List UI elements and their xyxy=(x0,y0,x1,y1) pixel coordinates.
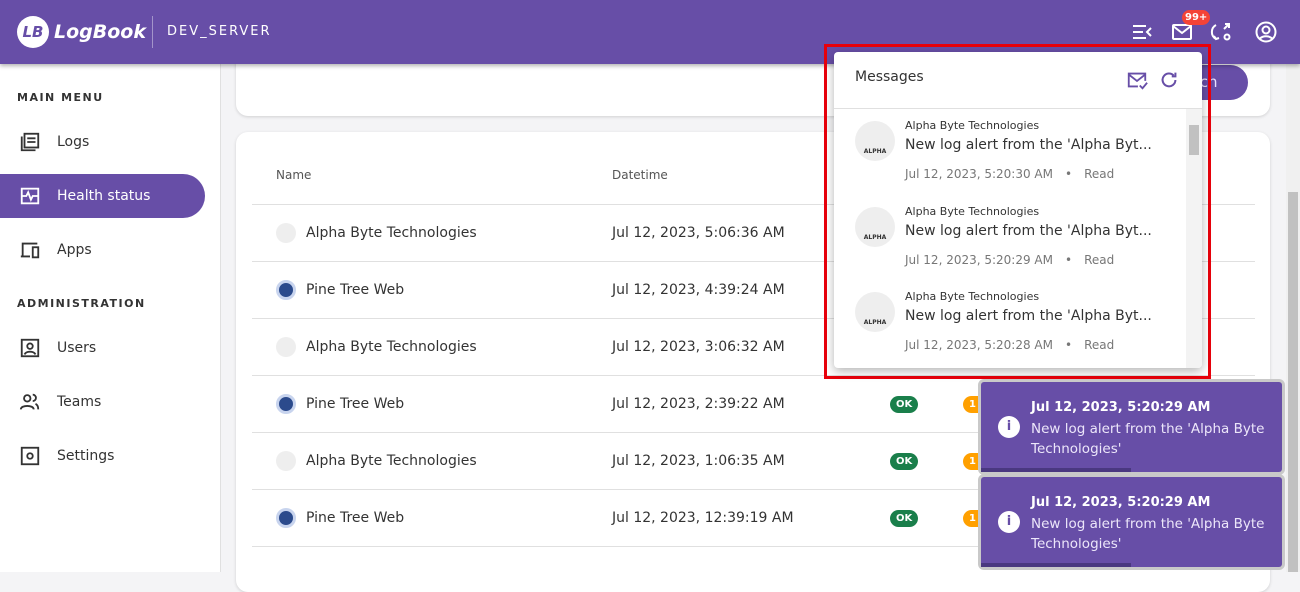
main-menu-heading: MAIN MENU xyxy=(17,91,104,104)
divider xyxy=(152,16,153,48)
scrollbar-thumb[interactable] xyxy=(1288,192,1298,572)
datetime: Jul 12, 2023, 1:06:35 AM xyxy=(612,453,785,469)
info-icon: i xyxy=(998,511,1020,533)
logo[interactable]: LB LogBook xyxy=(17,16,146,48)
datetime: Jul 12, 2023, 3:06:32 AM xyxy=(612,339,785,355)
messages-title: Messages xyxy=(855,69,924,85)
datetime: Jul 12, 2023, 12:39:19 AM xyxy=(612,510,794,526)
message-item[interactable]: ALPHA Alpha Byte Technologies New log al… xyxy=(834,282,1186,368)
info-icon: i xyxy=(998,416,1020,438)
sidebar-item-label: Apps xyxy=(57,242,92,258)
count-badge: 1 xyxy=(963,396,980,413)
app-name: Pine Tree Web xyxy=(306,282,405,298)
messages-scrollbar[interactable] xyxy=(1186,109,1202,368)
sync-settings-icon[interactable] xyxy=(1210,20,1234,44)
separator-dot: • xyxy=(1065,167,1073,181)
teams-icon xyxy=(19,393,40,410)
menu-collapse-icon[interactable] xyxy=(1130,20,1154,44)
message-meta: Jul 12, 2023, 5:20:30 AM • Read xyxy=(905,167,1114,181)
status-badge: OK xyxy=(890,396,919,413)
health-icon xyxy=(20,187,40,205)
toast-title: Jul 12, 2023, 5:20:29 AM xyxy=(1031,495,1211,510)
read-status: Read xyxy=(1084,252,1115,267)
account-icon[interactable] xyxy=(1254,20,1278,44)
sidebar-item-users[interactable]: Users xyxy=(0,326,205,370)
sidebar-item-teams[interactable]: Teams xyxy=(0,380,205,424)
message-meta: Jul 12, 2023, 5:20:29 AM • Read xyxy=(905,253,1114,267)
app-avatar xyxy=(276,451,296,471)
sidebar-item-settings[interactable]: Settings xyxy=(0,434,205,478)
toast-notification[interactable]: i Jul 12, 2023, 5:20:29 AM New log alert… xyxy=(981,477,1282,567)
logs-icon xyxy=(20,132,40,152)
read-status: Read xyxy=(1084,338,1115,352)
user-icon xyxy=(20,338,40,358)
message-source: Alpha Byte Technologies xyxy=(905,119,1040,132)
message-text: New log alert from the 'Alpha Byt... xyxy=(905,137,1152,153)
message-source: Alpha Byte Technologies xyxy=(905,290,1040,303)
toast-progress xyxy=(981,563,1131,567)
sidebar-item-label: Logs xyxy=(57,134,90,150)
app-avatar xyxy=(276,394,296,414)
administration-heading: ADMINISTRATION xyxy=(17,297,146,310)
message-source: Alpha Byte Technologies xyxy=(905,204,1040,218)
toast-title: Jul 12, 2023, 5:20:29 AM xyxy=(1031,400,1211,415)
devices-icon xyxy=(20,242,40,259)
message-text: New log alert from the 'Alpha Byt... xyxy=(905,308,1152,324)
toast-body: New log alert from the 'Alpha Byte Techn… xyxy=(1031,516,1265,552)
sidebar-item-label: Health status xyxy=(57,188,151,204)
app-name: Alpha Byte Technologies xyxy=(306,453,477,469)
toast-body: New log alert from the 'Alpha Byte Techn… xyxy=(1031,421,1265,457)
page-scrollbar[interactable] xyxy=(1286,64,1300,572)
app-avatar xyxy=(276,337,296,357)
toast-notification[interactable]: i Jul 12, 2023, 5:20:29 AM New log alert… xyxy=(981,382,1282,472)
app-name: LogBook xyxy=(54,21,146,43)
datetime: Jul 12, 2023, 2:39:22 AM xyxy=(612,396,785,412)
separator-dot: • xyxy=(1065,252,1073,267)
sender-avatar: ALPHA xyxy=(855,292,895,332)
status-badge: OK xyxy=(890,453,919,470)
count-badge: 1 xyxy=(963,453,980,470)
sidebar-item-label: Teams xyxy=(57,394,102,410)
sidebar: MAIN MENU Logs Health status Apps ADMINI… xyxy=(0,64,221,572)
settings-icon xyxy=(20,446,40,466)
app-name: Pine Tree Web xyxy=(306,396,405,412)
server-name: DEV_SERVER xyxy=(167,24,272,39)
message-time: Jul 12, 2023, 5:20:29 AM xyxy=(905,252,1053,267)
app-name: Alpha Byte Technologies xyxy=(306,225,477,241)
sender-avatar: ALPHA xyxy=(855,206,895,247)
column-header-datetime[interactable]: Datetime xyxy=(612,168,668,182)
datetime: Jul 12, 2023, 5:06:36 AM xyxy=(612,225,785,241)
message-text: New log alert from the 'Alpha Byt... xyxy=(905,222,1152,239)
refresh-icon[interactable] xyxy=(1158,69,1180,91)
mark-all-read-icon[interactable] xyxy=(1126,69,1148,91)
app-avatar xyxy=(276,508,296,528)
message-item[interactable]: ALPHA Alpha Byte Technologies New log al… xyxy=(834,197,1186,283)
sidebar-item-label: Users xyxy=(57,340,97,356)
column-header-name[interactable]: Name xyxy=(276,168,311,182)
message-item[interactable]: ALPHA Alpha Byte Technologies New log al… xyxy=(834,111,1186,197)
count-badge: 1 xyxy=(963,510,980,527)
sidebar-item-health-status[interactable]: Health status xyxy=(0,174,205,218)
messages-dropdown: Messages ALPHA Alpha Byte Technologies N… xyxy=(834,52,1202,368)
notification-badge: 99+ xyxy=(1182,10,1211,25)
app-avatar xyxy=(276,280,296,300)
app-avatar xyxy=(276,223,296,243)
app-name: Pine Tree Web xyxy=(306,510,405,526)
sidebar-item-label: Settings xyxy=(57,448,115,464)
sidebar-item-logs[interactable]: Logs xyxy=(0,120,205,164)
status-badge: OK xyxy=(890,510,919,527)
datetime: Jul 12, 2023, 4:39:24 AM xyxy=(612,282,785,298)
sender-avatar: ALPHA xyxy=(855,121,895,161)
message-time: Jul 12, 2023, 5:20:28 AM xyxy=(905,338,1053,352)
read-status: Read xyxy=(1084,167,1115,181)
sidebar-item-apps[interactable]: Apps xyxy=(0,228,205,272)
message-meta: Jul 12, 2023, 5:20:28 AM • Read xyxy=(905,338,1114,352)
scrollbar-thumb[interactable] xyxy=(1189,125,1199,155)
app-name: Alpha Byte Technologies xyxy=(306,339,477,355)
logo-mark: LB xyxy=(17,16,49,48)
toast-progress xyxy=(981,468,1131,472)
message-time: Jul 12, 2023, 5:20:30 AM xyxy=(905,167,1053,181)
separator-dot: • xyxy=(1065,338,1073,352)
